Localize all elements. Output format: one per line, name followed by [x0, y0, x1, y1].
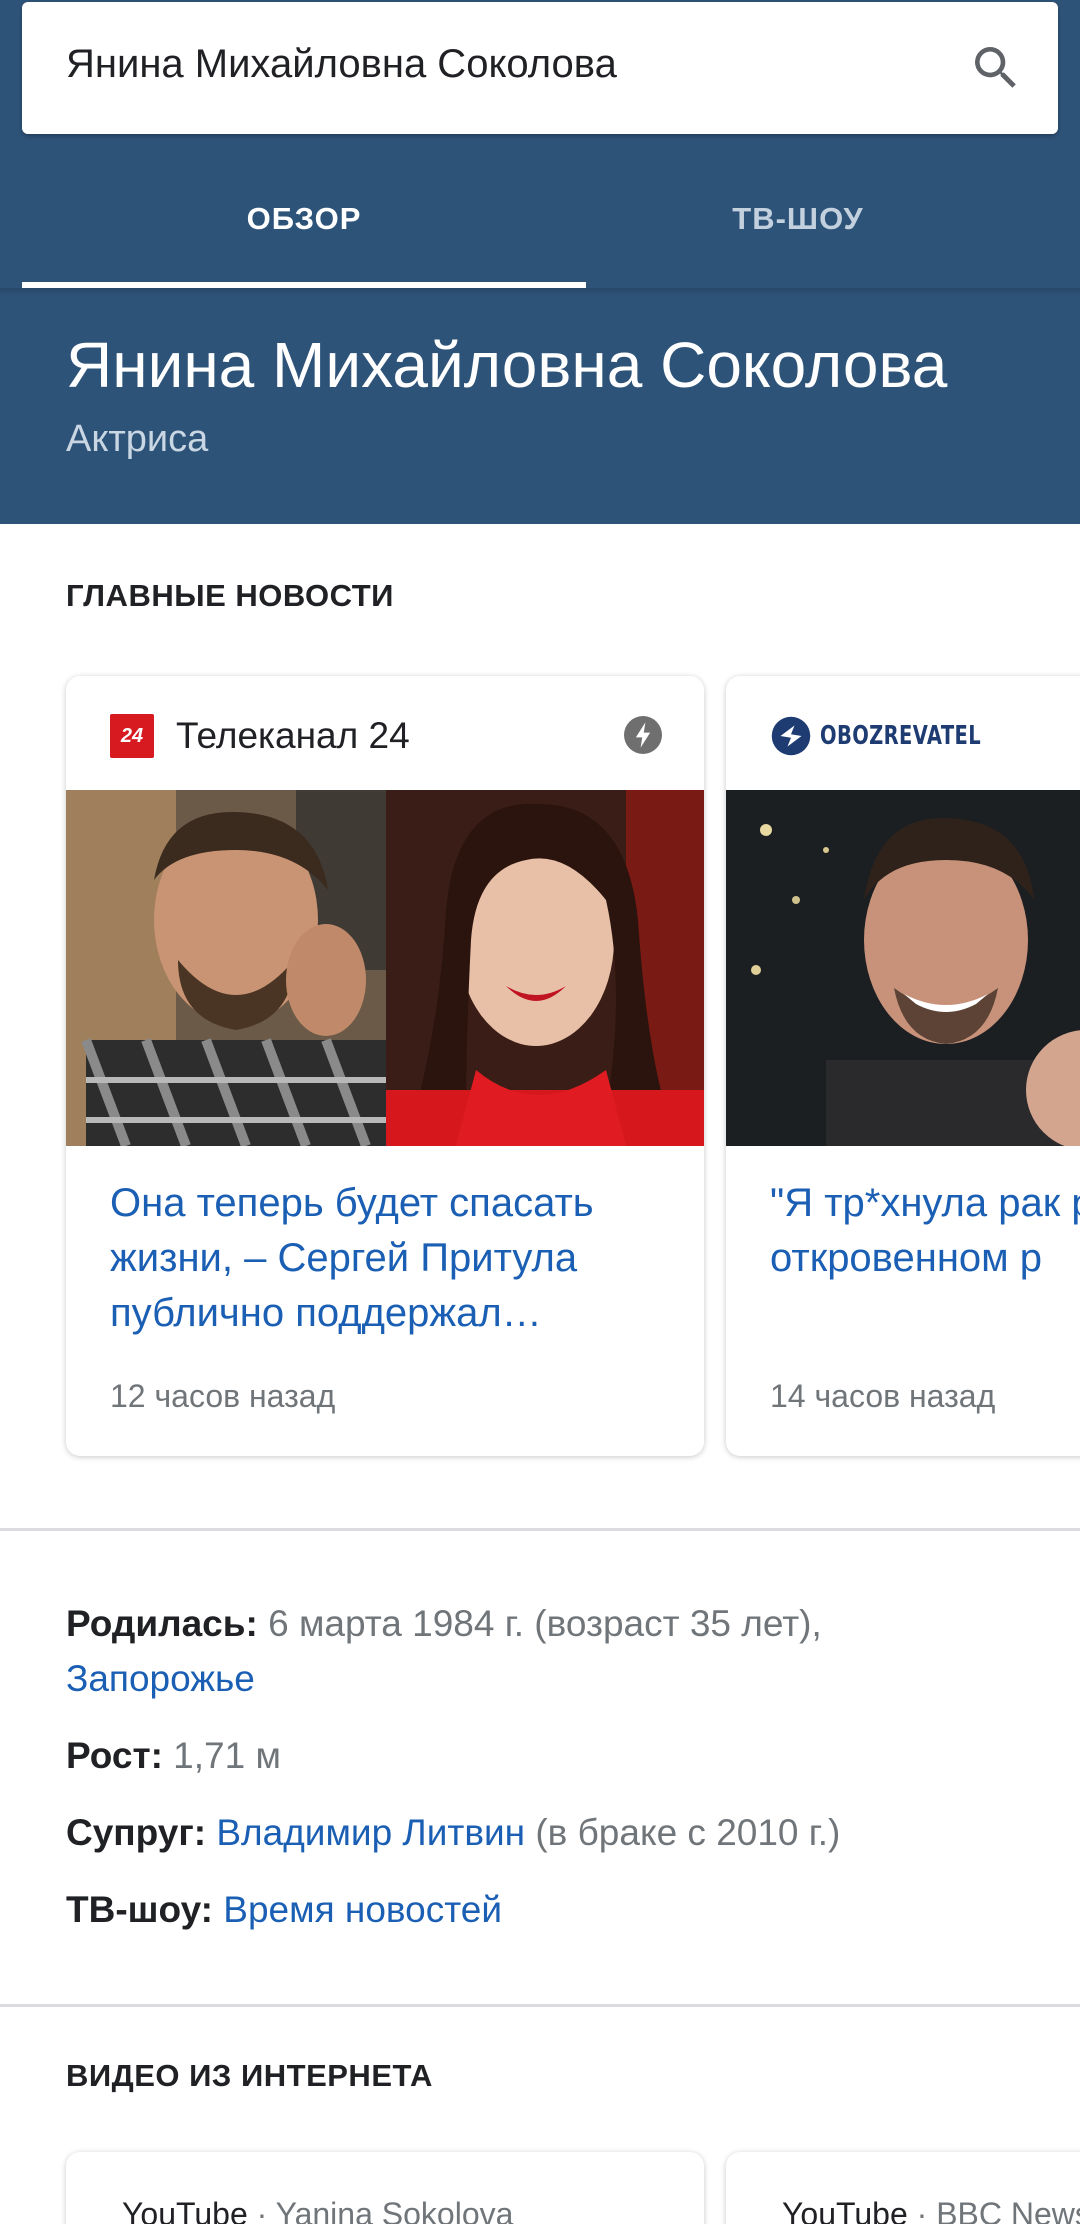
amp-lightning-icon — [624, 716, 662, 754]
video-platform: YouTube — [782, 2196, 908, 2224]
news-card[interactable]: OBOZREVATEL "Я тр*хнула рак рассказал об… — [726, 676, 1080, 1456]
fact-height: Рост: 1,71 м — [66, 1728, 1026, 1783]
fact-born-label: Родилась: — [66, 1603, 258, 1644]
news-source-name: Телеканал 24 — [176, 715, 410, 756]
fact-born-value: 6 марта 1984 г. (возраст 35 лет), — [268, 1603, 822, 1644]
search-box[interactable]: Янина Михайловна Соколова — [22, 2, 1058, 134]
fact-tvshow-link[interactable]: Время новостей — [223, 1889, 502, 1930]
section-divider — [0, 1528, 1080, 1531]
fact-spouse: Супруг: Владимир Литвин (в браке с 2010 … — [66, 1805, 1026, 1860]
fact-born-place-link[interactable]: Запорожье — [66, 1658, 255, 1699]
channel-24-logo: 24 — [110, 714, 154, 758]
fact-height-label: Рост: — [66, 1735, 163, 1776]
video-card[interactable]: YouTube · Yanina Sokolova — [66, 2152, 704, 2224]
video-source: YouTube · BBC News — [782, 2196, 1080, 2224]
video-separator: · — [247, 2196, 276, 2224]
video-channel: Yanina Sokolova — [275, 2196, 514, 2224]
video-source: YouTube · Yanina Sokolova — [122, 2196, 513, 2224]
news-headline[interactable]: "Я тр*хнула рак рассказал об откровенном… — [770, 1176, 1080, 1286]
news-time: 14 часов назад — [770, 1378, 996, 1414]
page: Янина Михайловна Соколова ОБЗОР ТВ-ШОУ Я… — [0, 0, 1080, 2224]
videos-heading: ВИДЕО ИЗ ИНТЕРНЕТА — [66, 2058, 433, 2093]
video-card[interactable]: YouTube · BBC News — [726, 2152, 1080, 2224]
news-source: 24 Телеканал 24 — [110, 714, 410, 758]
entity-subtitle: Актриса — [66, 418, 209, 460]
fact-spouse-note: (в браке с 2010 г.) — [535, 1812, 841, 1853]
top-news-heading: ГЛАВНЫЕ НОВОСТИ — [66, 578, 394, 613]
news-source: OBOZREVATEL — [770, 714, 1035, 758]
tab-overview[interactable]: ОБЗОР — [22, 150, 586, 288]
news-image — [66, 790, 704, 1146]
video-platform: YouTube — [122, 2196, 248, 2224]
news-image — [726, 790, 1080, 1146]
tab-tv-shows[interactable]: ТВ-ШОУ — [586, 150, 1010, 288]
fact-born: Родилась: 6 марта 1984 г. (возраст 35 ле… — [66, 1596, 1026, 1706]
video-separator: · — [907, 2196, 937, 2224]
header-divider — [0, 288, 1080, 296]
obozrevatel-logo — [771, 716, 811, 756]
search-input[interactable]: Янина Михайловна Соколова — [66, 42, 617, 87]
news-source-name: OBOZREVATEL — [820, 721, 982, 751]
search-icon[interactable] — [968, 40, 1024, 96]
fact-tvshow: ТВ-шоу: Время новостей — [66, 1882, 1026, 1937]
entity-title: Янина Михайловна Соколова — [66, 329, 948, 401]
fact-spouse-link[interactable]: Владимир Литвин — [216, 1812, 525, 1853]
tab-bar: ОБЗОР ТВ-ШОУ — [0, 150, 1080, 288]
fact-height-value: 1,71 м — [173, 1735, 281, 1776]
news-card[interactable]: 24 Телеканал 24 Она теперь будет спасать… — [66, 676, 704, 1456]
video-channel: BBC News — [936, 2196, 1080, 2224]
fact-spouse-label: Супруг: — [66, 1812, 207, 1853]
news-headline[interactable]: Она теперь будет спасать жизни, – Сергей… — [110, 1176, 680, 1341]
section-divider — [0, 2004, 1080, 2007]
knowledge-panel-header: Янина Михайловна Соколова ОБЗОР ТВ-ШОУ Я… — [0, 0, 1080, 524]
fact-tvshow-label: ТВ-шоу: — [66, 1889, 214, 1930]
news-time: 12 часов назад — [110, 1378, 336, 1414]
